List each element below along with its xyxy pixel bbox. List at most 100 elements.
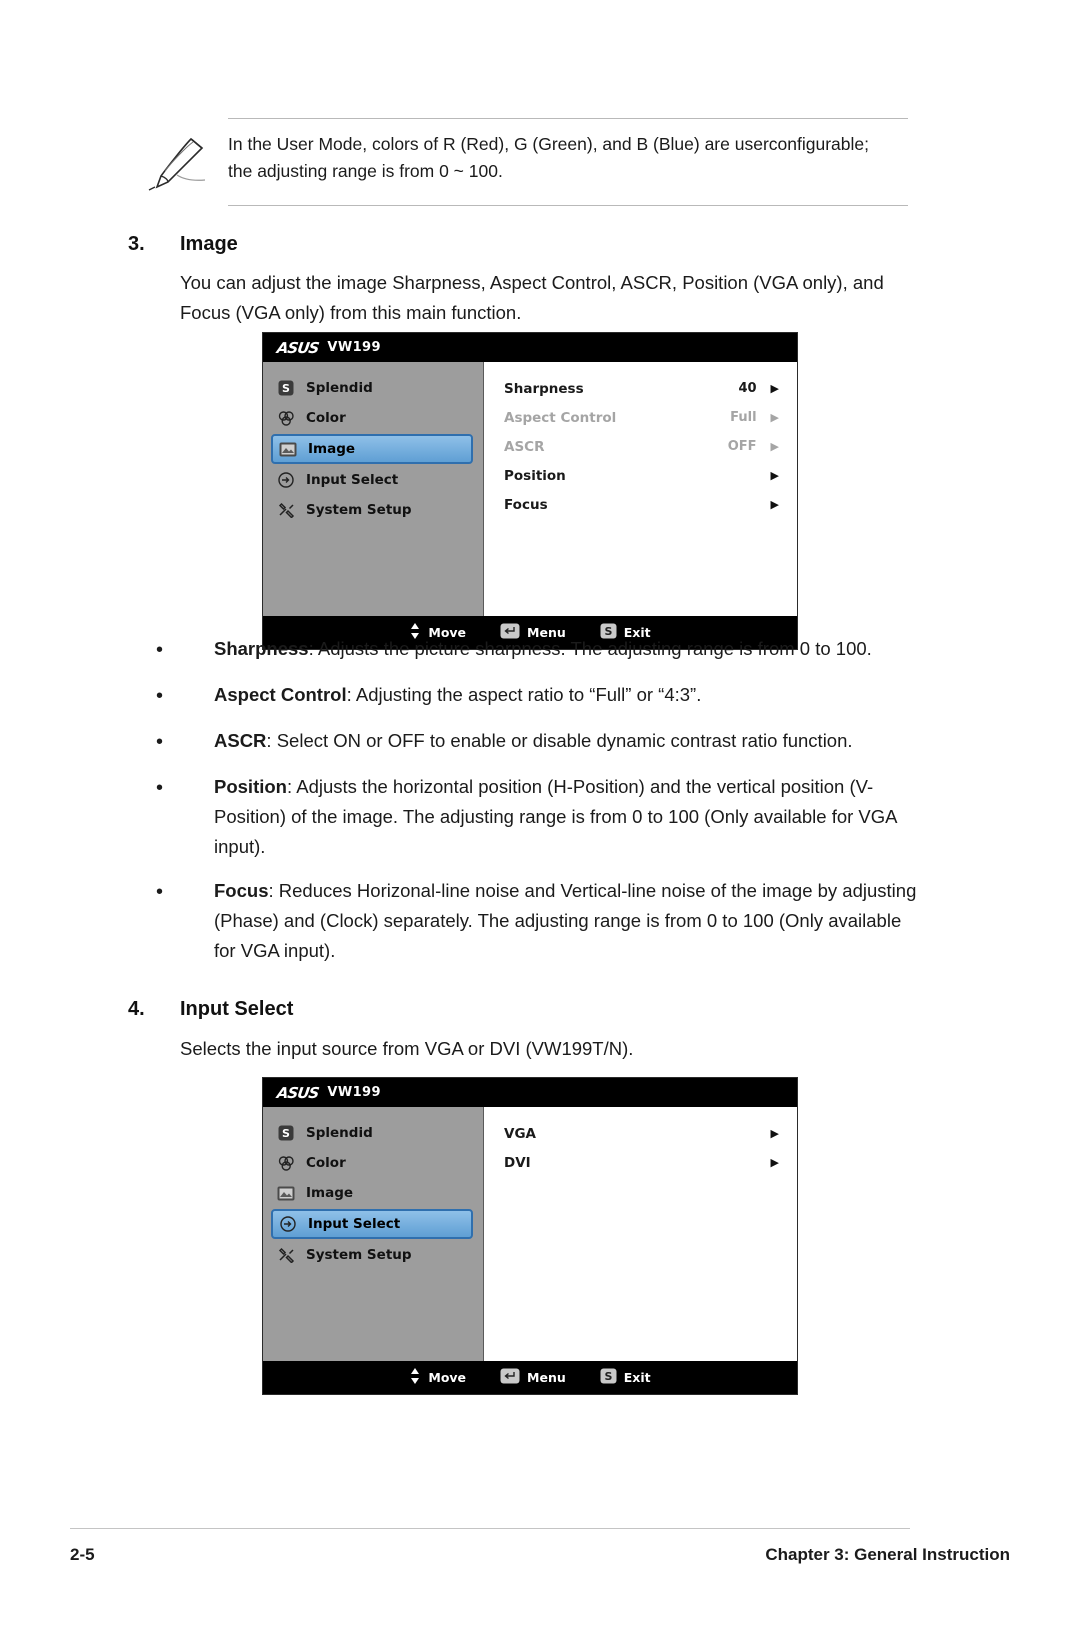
section-title: Image (180, 233, 238, 255)
osd-menu-label: Splendid (306, 1125, 373, 1141)
image-icon (275, 1184, 297, 1202)
chevron-right-icon: ▶ (770, 440, 779, 453)
input-select-icon (277, 1215, 299, 1233)
osd-titlebar: ASUS VW199 (263, 1078, 797, 1107)
section-number: 4. (128, 998, 145, 1020)
osd-footer-hints: Move Menu S Exit (263, 1361, 797, 1394)
document-page: In the User Mode, colors of R (Red), G (… (0, 0, 1080, 1627)
osd-hint-label: Exit (623, 1370, 651, 1385)
splendid-icon: S (275, 1124, 297, 1142)
bullet-dot-icon: • (156, 777, 164, 799)
bullet-dot-icon: • (156, 731, 164, 753)
osd-menu-label: System Setup (306, 502, 412, 518)
color-icon (275, 409, 297, 427)
osd-menu-item-system-setup[interactable]: System Setup (263, 1241, 483, 1269)
bullet-term: Aspect Control (214, 684, 347, 705)
osd-menu-item-image[interactable]: Image (271, 434, 473, 464)
image-feature-bullets: • Sharpness: Adjusts the picture sharpne… (148, 634, 918, 980)
osd-option-focus[interactable]: Focus ▶ (484, 490, 797, 519)
note-bottom-rule (228, 205, 908, 206)
osd-option-dvi[interactable]: DVI ▶ (484, 1148, 797, 1177)
bullet-item: • Aspect Control: Adjusting the aspect r… (148, 680, 918, 712)
osd-hint-label: Menu (527, 1370, 566, 1385)
bullet-item: • Sharpness: Adjusts the picture sharpne… (148, 634, 918, 666)
section-heading-image: 3. Image (128, 233, 238, 256)
osd-option-value: Full (730, 410, 757, 425)
chevron-right-icon: ▶ (770, 498, 779, 511)
bullet-item: • Focus: Reduces Horizonal-line noise an… (148, 876, 918, 966)
osd-menu-item-input-select[interactable]: Input Select (271, 1209, 473, 1239)
menu-key-icon (500, 1368, 520, 1387)
note-text: In the User Mode, colors of R (Red), G (… (228, 134, 869, 182)
svg-text:S: S (604, 1370, 612, 1383)
osd-option-value: 40 (738, 381, 757, 396)
bullet-text: ASCR: Select ON or OFF to enable or disa… (214, 726, 853, 758)
footer-divider (70, 1528, 910, 1529)
bullet-term: ASCR (214, 730, 267, 751)
osd-option-value: OFF (727, 439, 757, 454)
osd-option-sharpness[interactable]: Sharpness 40 ▶ (484, 374, 797, 403)
splendid-icon: S (275, 379, 297, 397)
osd-option-label: Position (504, 467, 566, 484)
osd-model-label: VW199 (327, 1085, 381, 1100)
chevron-right-icon: ▶ (770, 411, 779, 424)
chevron-right-icon: ▶ (770, 469, 779, 482)
osd-menu-item-input-select[interactable]: Input Select (263, 466, 483, 494)
bullet-term: Focus (214, 879, 269, 901)
osd-menu-item-image[interactable]: Image (263, 1179, 483, 1207)
osd-menu-list: S Splendid Color Image Input Select Syst… (263, 362, 484, 616)
osd-option-ascr[interactable]: ASCR OFF ▶ (484, 432, 797, 461)
chevron-right-icon: ▶ (770, 1156, 779, 1169)
osd-menu-label: Color (306, 1155, 346, 1171)
osd-hint-move: Move (409, 1367, 466, 1388)
updown-arrows-icon (409, 1367, 421, 1388)
color-icon (275, 1154, 297, 1172)
osd-option-aspect-control[interactable]: Aspect Control Full ▶ (484, 403, 797, 432)
osd-menu-list: S Splendid Color Image Input Select Syst… (263, 1107, 484, 1361)
osd-options-panel: VGA ▶ DVI ▶ (484, 1107, 797, 1361)
osd-menu-item-splendid[interactable]: S Splendid (263, 1119, 483, 1147)
bullet-dot-icon: • (156, 685, 164, 707)
osd-menu-item-color[interactable]: Color (263, 1149, 483, 1177)
section-heading-input-select: 4. Input Select (128, 998, 293, 1021)
exit-key-icon: S (600, 1368, 617, 1387)
osd-option-label: DVI (504, 1154, 531, 1171)
svg-text:S: S (282, 382, 290, 395)
asus-logo: ASUS (275, 338, 320, 357)
chevron-right-icon: ▶ (770, 1127, 779, 1140)
bullet-item: • ASCR: Select ON or OFF to enable or di… (148, 726, 918, 758)
osd-model-label: VW199 (327, 340, 381, 355)
note-callout: In the User Mode, colors of R (Red), G (… (128, 118, 908, 206)
osd-option-position[interactable]: Position ▶ (484, 461, 797, 490)
osd-menu-label: Input Select (306, 472, 399, 488)
page-number: 2-5 (70, 1545, 95, 1564)
bullet-text: Aspect Control: Adjusting the aspect rat… (214, 680, 701, 712)
osd-hint-exit: S Exit (600, 1368, 651, 1387)
osd-options-panel: Sharpness 40 ▶ Aspect Control Full ▶ ASC… (484, 362, 797, 616)
osd-menu-item-color[interactable]: Color (263, 404, 483, 432)
osd-option-label: ASCR (504, 438, 545, 455)
osd-option-label: Focus (504, 496, 548, 513)
osd-screenshot-input-select: ASUS VW199 S Splendid Color Image Input … (262, 1077, 798, 1395)
bullet-item: • Position: Adjusts the horizontal posit… (148, 772, 918, 862)
section-image-intro: You can adjust the image Sharpness, Aspe… (180, 272, 884, 323)
osd-hint-menu: Menu (500, 1368, 566, 1387)
osd-menu-item-system-setup[interactable]: System Setup (263, 496, 483, 524)
chevron-right-icon: ▶ (770, 382, 779, 395)
bullet-text: Position: Adjusts the horizontal positio… (214, 772, 918, 862)
bullet-rest: : Adjusts the horizontal position (H-Pos… (214, 776, 897, 857)
pencil-note-icon (128, 131, 228, 191)
bullet-rest: : Adjusting the aspect ratio to “Full” o… (346, 684, 702, 705)
osd-option-vga[interactable]: VGA ▶ (484, 1119, 797, 1148)
bullet-dot-icon: • (156, 639, 164, 661)
osd-menu-label: System Setup (306, 1247, 412, 1263)
bullet-rest: : Adjusts the picture sharpness. The adj… (308, 638, 872, 659)
section-input-intro: Selects the input source from VGA or DVI… (180, 1038, 634, 1059)
system-setup-icon (275, 501, 297, 519)
osd-menu-item-splendid[interactable]: S Splendid (263, 374, 483, 402)
osd-menu-label: Splendid (306, 380, 373, 396)
bullet-text: Focus: Reduces Horizonal-line noise and … (214, 876, 918, 966)
osd-option-label: Aspect Control (504, 409, 617, 426)
osd-option-label: Sharpness (504, 380, 584, 397)
osd-hint-label: Move (428, 1370, 467, 1385)
